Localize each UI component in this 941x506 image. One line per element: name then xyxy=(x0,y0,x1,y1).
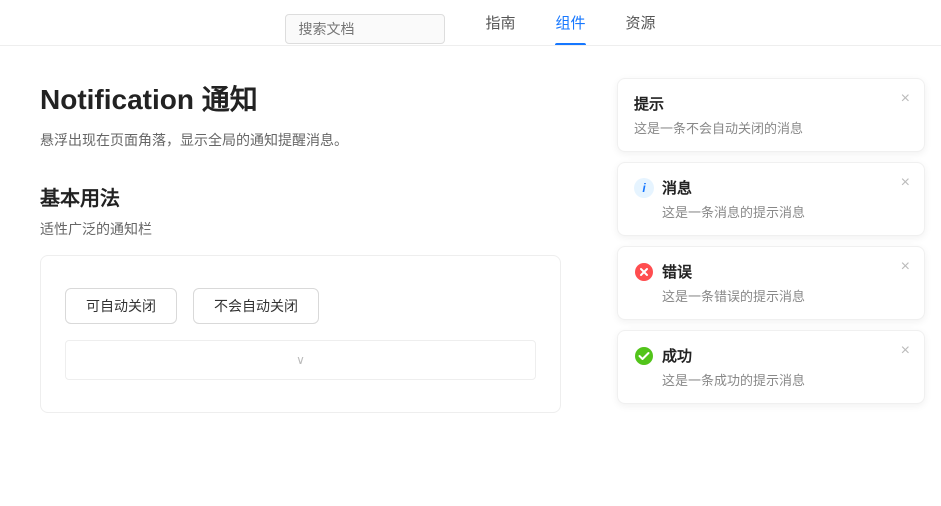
left-content: Notification 通知 悬浮出现在页面角落，显示全局的通知提醒消息。 基… xyxy=(0,46,601,445)
close-icon-info[interactable]: × xyxy=(901,175,910,191)
demo-box: 可自动关闭 不会自动关闭 ∨ xyxy=(40,255,561,413)
notif-title-plain: 提示 xyxy=(634,93,664,114)
page-description: 悬浮出现在页面角落，显示全局的通知提醒消息。 xyxy=(40,130,561,150)
notif-header-error: 错误 xyxy=(634,261,908,282)
notif-title-success: 成功 xyxy=(662,345,692,366)
notif-body-success: 这是一条成功的提示消息 xyxy=(662,370,908,389)
success-icon xyxy=(634,346,654,366)
notif-title-info: 消息 xyxy=(662,177,692,198)
notif-header-success: 成功 xyxy=(634,345,908,366)
notif-body-plain: 这是一条不会自动关闭的消息 xyxy=(634,118,908,137)
search-input[interactable] xyxy=(285,14,445,44)
auto-close-button[interactable]: 可自动关闭 xyxy=(65,288,177,324)
main-layout: Notification 通知 悬浮出现在页面角落，显示全局的通知提醒消息。 基… xyxy=(0,46,941,445)
notification-info: i 消息 这是一条消息的提示消息 × xyxy=(617,162,925,236)
notif-header-info: i 消息 xyxy=(634,177,908,198)
close-icon-success[interactable]: × xyxy=(901,343,910,359)
nav-item-guide[interactable]: 指南 xyxy=(485,12,515,45)
top-navigation: 指南 组件 资源 xyxy=(0,0,941,46)
dropdown-area[interactable]: ∨ xyxy=(65,340,536,380)
notification-success: 成功 这是一条成功的提示消息 × xyxy=(617,330,925,404)
no-auto-close-button[interactable]: 不会自动关闭 xyxy=(193,288,319,324)
notification-error: 错误 这是一条错误的提示消息 × xyxy=(617,246,925,320)
notif-title-error: 错误 xyxy=(662,261,692,282)
notification-plain: 提示 这是一条不会自动关闭的消息 × xyxy=(617,78,925,152)
info-icon: i xyxy=(634,178,654,198)
notification-panel: 提示 这是一条不会自动关闭的消息 × i 消息 这是一条消息的提示消息 × 错误 xyxy=(601,62,941,445)
close-icon-plain[interactable]: × xyxy=(901,91,910,107)
page-title: Notification 通知 xyxy=(40,78,561,118)
chevron-down-icon: ∨ xyxy=(296,353,305,367)
notif-body-info: 这是一条消息的提示消息 xyxy=(662,202,908,221)
button-group: 可自动关闭 不会自动关闭 xyxy=(65,288,536,324)
nav-item-resource[interactable]: 资源 xyxy=(626,12,656,45)
nav-item-component[interactable]: 组件 xyxy=(555,12,585,45)
section-description: 适性广泛的通知栏 xyxy=(40,219,561,239)
section-title: 基本用法 xyxy=(40,182,561,211)
notif-body-error: 这是一条错误的提示消息 xyxy=(662,286,908,305)
close-icon-error[interactable]: × xyxy=(901,259,910,275)
notif-header-plain: 提示 xyxy=(634,93,908,114)
error-icon xyxy=(634,262,654,282)
